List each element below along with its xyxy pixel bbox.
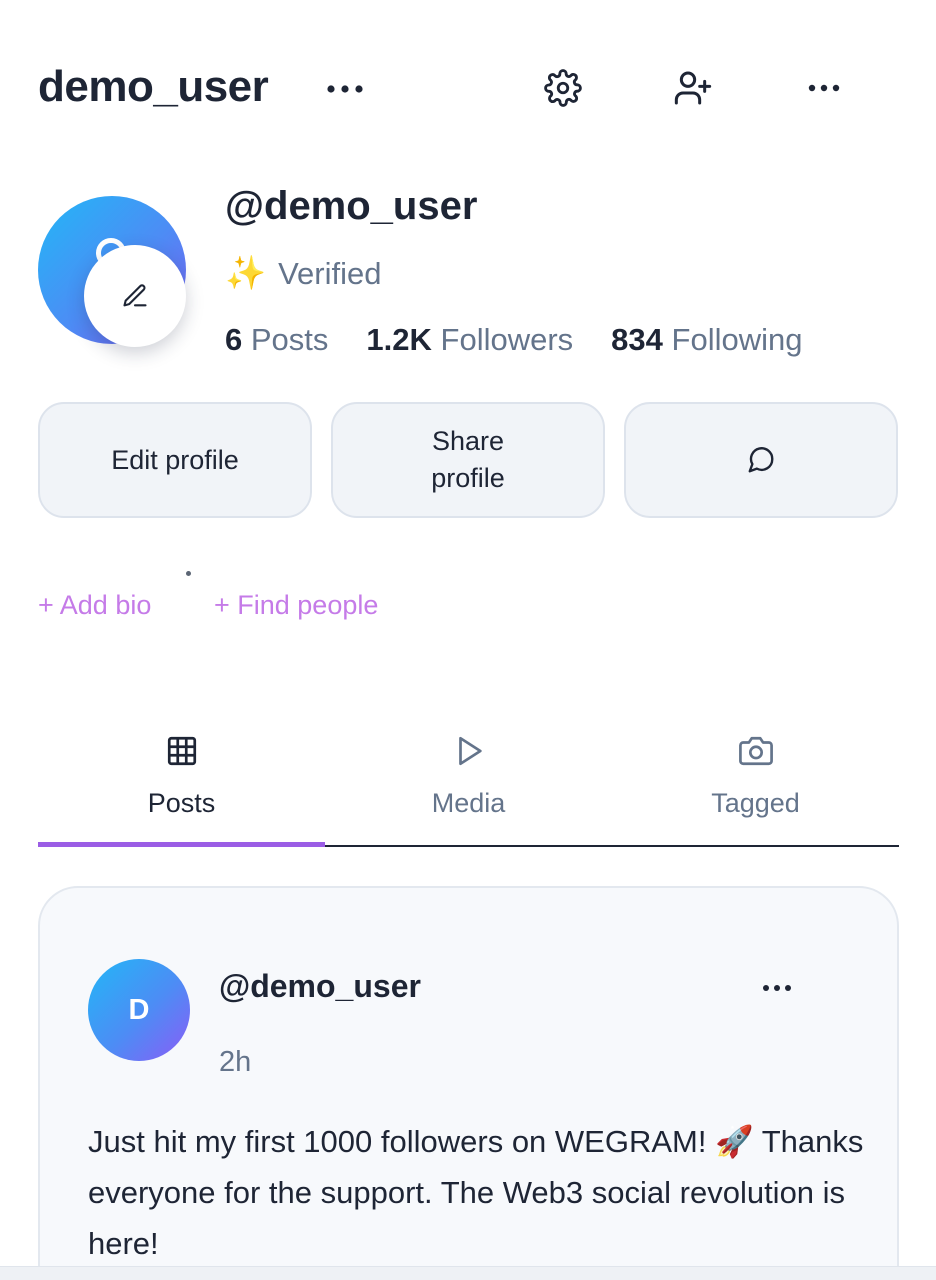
- stat-followers[interactable]: 1.2K Followers: [366, 322, 573, 358]
- tab-media[interactable]: Media: [325, 726, 612, 842]
- post-card[interactable]: D @demo_user 2h Just hit my first 1000 f…: [38, 886, 899, 1280]
- stat-following[interactable]: 834 Following: [611, 322, 802, 358]
- profile-stats: 6 Posts 1.2K Followers 834 Following: [225, 322, 802, 358]
- tab-media-label: Media: [431, 788, 506, 818]
- settings-button[interactable]: [541, 66, 585, 110]
- followers-label: Followers: [440, 322, 574, 357]
- tab-posts[interactable]: Posts: [38, 726, 325, 842]
- tab-posts-label: Posts: [147, 788, 216, 818]
- edit-avatar-button[interactable]: [84, 245, 186, 347]
- post-author-handle[interactable]: @demo_user: [219, 968, 421, 1005]
- title-more-icon[interactable]: [324, 76, 366, 102]
- profile-handle: @demo_user: [225, 184, 478, 228]
- camera-icon: [738, 736, 773, 766]
- more-options-button[interactable]: [802, 66, 846, 110]
- more-icon: [808, 84, 840, 92]
- gear-icon: [544, 69, 582, 107]
- following-count: 834: [611, 322, 663, 357]
- post-avatar[interactable]: D: [88, 959, 190, 1061]
- share-profile-label: Share profile: [431, 426, 505, 493]
- profile-header: demo_user: [0, 0, 936, 180]
- verified-label: Verified: [278, 255, 382, 291]
- post-more-button[interactable]: [752, 972, 802, 1004]
- stat-posts[interactable]: 6 Posts: [225, 322, 328, 358]
- play-icon: [458, 736, 482, 766]
- profile-tabs: Posts Media Tagged: [38, 726, 899, 848]
- message-button[interactable]: [624, 402, 898, 518]
- verified-badge: ✨ Verified: [225, 254, 382, 293]
- tab-tagged-label: Tagged: [711, 788, 800, 818]
- add-bio-link[interactable]: + Add bio: [38, 590, 151, 621]
- more-icon: [763, 985, 791, 991]
- post-timestamp: 2h: [219, 1046, 252, 1078]
- separator-dot: [186, 571, 191, 576]
- bottom-bar-edge: [0, 1266, 936, 1280]
- post-body: Just hit my first 1000 followers on WEGR…: [88, 1124, 864, 1261]
- following-label: Following: [671, 322, 803, 357]
- grid-icon: [167, 736, 196, 766]
- posts-label: Posts: [250, 322, 329, 357]
- add-user-icon: [674, 71, 712, 105]
- pencil-icon: [123, 284, 147, 307]
- sparkle-icon: ✨: [225, 254, 267, 291]
- active-tab-indicator: [38, 842, 325, 847]
- message-bubble-icon: [748, 447, 774, 473]
- posts-count: 6: [225, 322, 243, 357]
- share-profile-button[interactable]: Share profile: [331, 402, 605, 518]
- tab-tagged[interactable]: Tagged: [612, 726, 899, 842]
- find-people-link[interactable]: + Find people: [214, 590, 378, 621]
- edit-profile-button[interactable]: Edit profile: [38, 402, 312, 518]
- page-title: demo_user: [38, 62, 269, 111]
- add-user-button[interactable]: [671, 66, 715, 110]
- followers-count: 1.2K: [366, 322, 432, 357]
